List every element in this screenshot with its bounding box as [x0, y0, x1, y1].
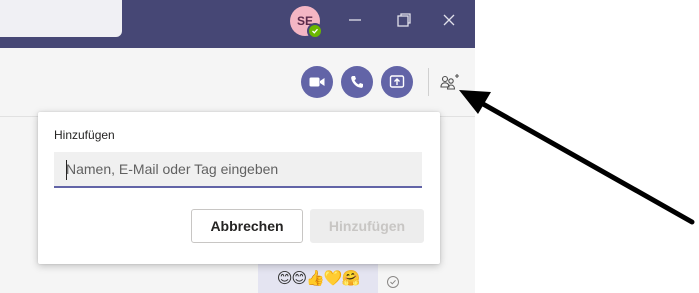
teams-window: SE 😊😊👍💛🤗 Hinzufügen Namen, E-Mail oder T… — [0, 0, 475, 293]
add-people-button[interactable] — [436, 68, 464, 96]
close-icon — [443, 14, 455, 26]
chat-header-toolbar — [0, 48, 475, 117]
maximize-button[interactable] — [389, 8, 419, 32]
toolbar-divider — [428, 68, 429, 96]
share-screen-icon — [389, 75, 405, 88]
close-button[interactable] — [434, 8, 464, 32]
add-button[interactable]: Hinzufügen — [310, 209, 424, 243]
share-screen-button[interactable] — [381, 66, 413, 98]
message-reactions[interactable]: 😊😊👍💛🤗 — [258, 263, 378, 293]
add-people-dialog: Hinzufügen Abbrechen Hinzufügen — [38, 112, 440, 264]
avatar[interactable]: SE — [290, 6, 323, 39]
search-box[interactable] — [0, 0, 122, 37]
people-search-input[interactable] — [54, 152, 422, 188]
presence-available-icon — [307, 23, 323, 39]
phone-icon — [351, 76, 363, 88]
minimize-icon — [349, 19, 361, 21]
text-caret — [66, 160, 67, 180]
title-bar: SE — [0, 0, 475, 48]
video-camera-icon — [309, 77, 325, 87]
video-call-button[interactable] — [301, 66, 333, 98]
restore-icon — [397, 13, 411, 27]
add-people-icon — [440, 74, 459, 90]
audio-call-button[interactable] — [341, 66, 373, 98]
read-receipt-icon — [387, 276, 399, 288]
cancel-button[interactable]: Abbrechen — [191, 209, 303, 243]
dialog-title: Hinzufügen — [54, 128, 115, 142]
minimize-button[interactable] — [340, 8, 370, 32]
